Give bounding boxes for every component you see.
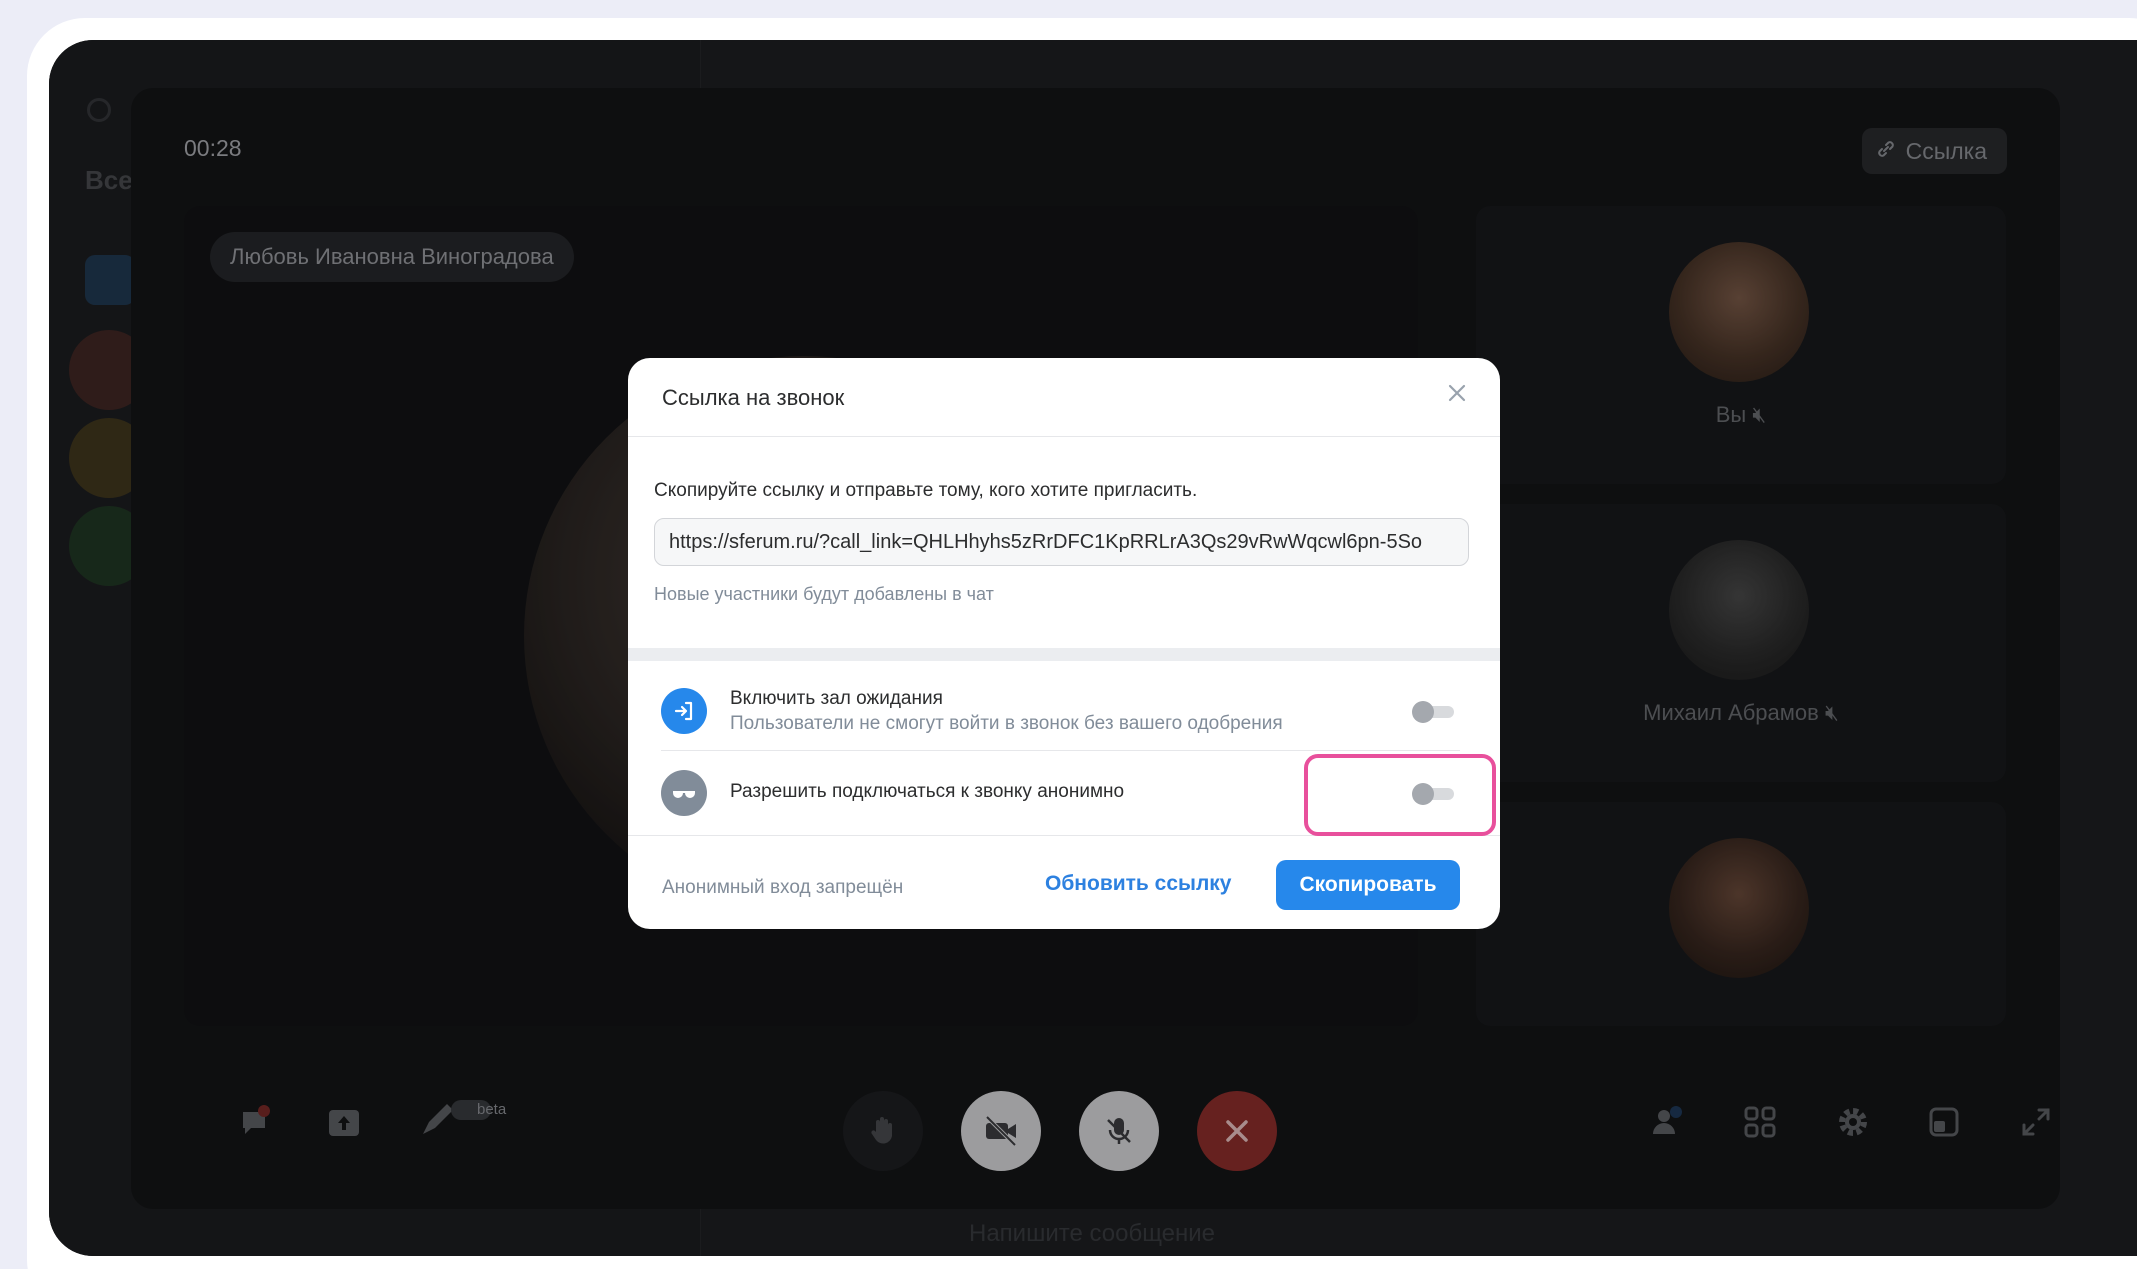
waiting-room-title: Включить зал ожидания — [730, 688, 943, 709]
dialog-title: Ссылка на звонок — [662, 385, 845, 410]
toggle-highlight-frame — [1304, 754, 1496, 836]
refresh-link-button[interactable]: Обновить ссылку — [1045, 872, 1232, 896]
close-icon — [1446, 382, 1468, 409]
waiting-room-subtitle: Пользователи не смогут войти в звонок бе… — [730, 713, 1283, 734]
call-link-dialog: Ссылка на звонок Скопируйте ссылку и отп… — [628, 358, 1500, 929]
anonymous-join-title: Разрешить подключаться к звонку анонимно — [730, 781, 1125, 802]
waiting-room-toggle[interactable] — [1412, 701, 1456, 723]
anonymous-mask-icon — [661, 770, 707, 816]
toggle-knob — [1412, 701, 1434, 723]
close-button[interactable] — [1438, 376, 1476, 414]
enter-door-icon — [661, 688, 707, 734]
section-separator — [628, 648, 1500, 661]
info-note: Новые участники будут добавлены в чат — [654, 584, 994, 604]
dialog-header: Ссылка на звонок — [628, 358, 1500, 437]
call-link-field[interactable]: https://sferum.ru/?call_link=QHLHhyhs5zR… — [654, 518, 1469, 566]
waiting-room-row[interactable]: Включить зал ожидания Пользователи не см… — [661, 669, 1460, 753]
copy-link-button[interactable]: Скопировать — [1276, 860, 1460, 910]
anonymous-status-text: Анонимный вход запрещён — [662, 877, 904, 898]
instruction-text: Скопируйте ссылку и отправьте тому, кого… — [654, 480, 1198, 501]
